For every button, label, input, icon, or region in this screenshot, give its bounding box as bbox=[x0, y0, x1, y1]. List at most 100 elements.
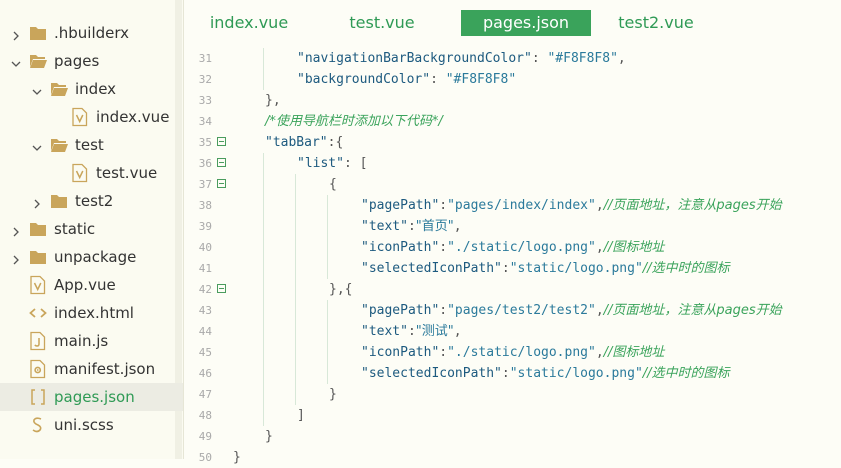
line-number: 35 bbox=[198, 136, 212, 149]
tree-item-label: main.js bbox=[54, 332, 109, 350]
code-line: 32 "backgroundColor": "#F8F8F8" bbox=[184, 69, 841, 90]
json-value: "static/logo.png" bbox=[509, 366, 643, 381]
indent-guide bbox=[263, 216, 264, 237]
fold-toggle-icon[interactable] bbox=[217, 284, 226, 293]
tree-item-label: index.vue bbox=[96, 108, 170, 126]
line-number: 41 bbox=[198, 262, 212, 275]
code-text: ] bbox=[297, 405, 305, 426]
chevron-right-icon[interactable] bbox=[10, 251, 22, 265]
code-text: "navigationBarBackgroundColor": "#F8F8F8… bbox=[297, 48, 626, 69]
code-line: 34 /*使用导航栏时添加以下代码*/ bbox=[184, 111, 841, 132]
code-punctuation: }, bbox=[265, 93, 281, 108]
tree-item-uni-scss[interactable]: uni.scss bbox=[0, 411, 183, 439]
fold-toggle-icon[interactable] bbox=[217, 179, 226, 188]
editor-tab-bar: index.vue test.vue pages.json test2.vue bbox=[184, 0, 841, 44]
indent-guide bbox=[263, 237, 264, 258]
code-punctuation: : bbox=[439, 198, 448, 213]
json-value: "pages/test2/test2" bbox=[447, 303, 596, 318]
indent-guide bbox=[263, 153, 264, 174]
chevron-down-icon[interactable] bbox=[31, 83, 43, 95]
tab-index-vue[interactable]: index.vue bbox=[197, 10, 301, 36]
code-text: "iconPath":"./static/logo.png",//图标地址 bbox=[361, 342, 664, 363]
indent-guide bbox=[327, 195, 328, 216]
tree-item-hbuilderx[interactable]: .hbuilderx bbox=[0, 19, 183, 47]
indent-guide bbox=[327, 216, 328, 237]
line-number: 36 bbox=[198, 157, 212, 170]
tree-item-main-js[interactable]: main.js bbox=[0, 327, 183, 355]
tree-item-pages[interactable]: pages bbox=[0, 47, 183, 75]
line-number: 44 bbox=[198, 325, 212, 338]
line-number: 33 bbox=[198, 94, 212, 107]
indent-guide bbox=[295, 237, 296, 258]
code-comment: //选中时的图标 bbox=[642, 366, 730, 381]
line-number: 47 bbox=[198, 388, 212, 401]
tab-pages-json[interactable]: pages.json bbox=[461, 10, 591, 36]
code-comment: //图标地址 bbox=[603, 345, 665, 360]
json-value: "./static/logo.png" bbox=[447, 240, 596, 255]
code-line: 41 "selectedIconPath":"static/logo.png"//… bbox=[184, 258, 841, 279]
code-punctuation: , bbox=[617, 51, 626, 66]
folder-icon bbox=[50, 191, 68, 211]
indent-guide bbox=[295, 195, 296, 216]
chevron-down-icon[interactable] bbox=[10, 55, 22, 67]
fold-toggle-icon[interactable] bbox=[217, 158, 226, 167]
code-line: 36 "list": [ bbox=[184, 153, 841, 174]
fold-toggle-icon[interactable] bbox=[217, 137, 226, 146]
chevron-right-icon[interactable] bbox=[10, 223, 22, 237]
vue-file-icon bbox=[71, 163, 89, 183]
indent-guide bbox=[327, 300, 328, 321]
tree-item-index-html[interactable]: index.html bbox=[0, 299, 183, 327]
code-punctuation: : bbox=[407, 324, 416, 339]
tab-test2-vue[interactable]: test2.vue bbox=[604, 10, 708, 36]
tree-item-unpackage[interactable]: unpackage bbox=[0, 243, 183, 271]
line-number: 45 bbox=[198, 346, 212, 359]
indent-guide bbox=[295, 258, 296, 279]
json-key: "iconPath" bbox=[361, 345, 440, 360]
code-punctuation: : bbox=[531, 51, 548, 66]
tree-item-static[interactable]: static bbox=[0, 215, 183, 243]
tree-item-label: pages.json bbox=[54, 388, 135, 406]
chevron-down-icon[interactable] bbox=[31, 139, 43, 151]
code-punctuation: ] bbox=[297, 408, 305, 423]
code-comment: //页面地址，注意从pages开始 bbox=[603, 198, 782, 213]
code-punctuation: , bbox=[453, 219, 462, 234]
code-text: "backgroundColor": "#F8F8F8" bbox=[297, 69, 516, 90]
code-text: "iconPath":"./static/logo.png",//图标地址 bbox=[361, 237, 664, 258]
tree-item-index[interactable]: index bbox=[0, 75, 183, 103]
code-line: 42},{ bbox=[184, 279, 841, 300]
tree-item-test[interactable]: test bbox=[0, 131, 183, 159]
tree-item-manifest-json[interactable]: manifest.json bbox=[0, 355, 183, 383]
scss-file-icon bbox=[29, 415, 47, 435]
code-line: 50} bbox=[184, 447, 841, 468]
line-number: 46 bbox=[198, 367, 212, 380]
code-line: 46 "selectedIconPath":"static/logo.png"//… bbox=[184, 363, 841, 384]
chevron-right-icon[interactable] bbox=[31, 195, 43, 209]
indent-guide bbox=[295, 363, 296, 384]
tree-item-test-vue[interactable]: test.vue bbox=[0, 159, 183, 187]
tree-item-index-vue[interactable]: index.vue bbox=[0, 103, 183, 131]
tree-item-test2[interactable]: test2 bbox=[0, 187, 183, 215]
tree-item-pages-json[interactable]: pages.json bbox=[0, 383, 183, 411]
indent-guide bbox=[295, 216, 296, 237]
code-text: "text":"首页", bbox=[361, 216, 462, 237]
vue-file-icon bbox=[29, 275, 47, 295]
tab-test-vue[interactable]: test.vue bbox=[334, 10, 430, 36]
indent-guide bbox=[327, 321, 328, 342]
json-key: "text" bbox=[361, 324, 408, 339]
json-value: "pages/index/index" bbox=[447, 198, 596, 213]
code-punctuation: { bbox=[329, 177, 337, 192]
indent-guide bbox=[263, 279, 264, 300]
code-punctuation: } bbox=[265, 429, 273, 444]
code-line: 37 { bbox=[184, 174, 841, 195]
tree-item-app-vue[interactable]: App.vue bbox=[0, 271, 183, 299]
code-punctuation: } bbox=[233, 450, 241, 465]
chevron-right-icon[interactable] bbox=[10, 27, 22, 41]
tree-item-label: pages bbox=[54, 52, 100, 70]
folder-icon bbox=[29, 23, 47, 43]
tree-item-label: .hbuilderx bbox=[54, 24, 130, 42]
folder-open-icon bbox=[50, 135, 68, 155]
tree-item-label: test.vue bbox=[96, 164, 158, 182]
code-editor[interactable]: index.vue test.vue pages.json test2.vue 31 "… bbox=[184, 0, 841, 465]
json-key: "pagePath" bbox=[361, 198, 440, 213]
code-punctuation: : bbox=[439, 345, 448, 360]
